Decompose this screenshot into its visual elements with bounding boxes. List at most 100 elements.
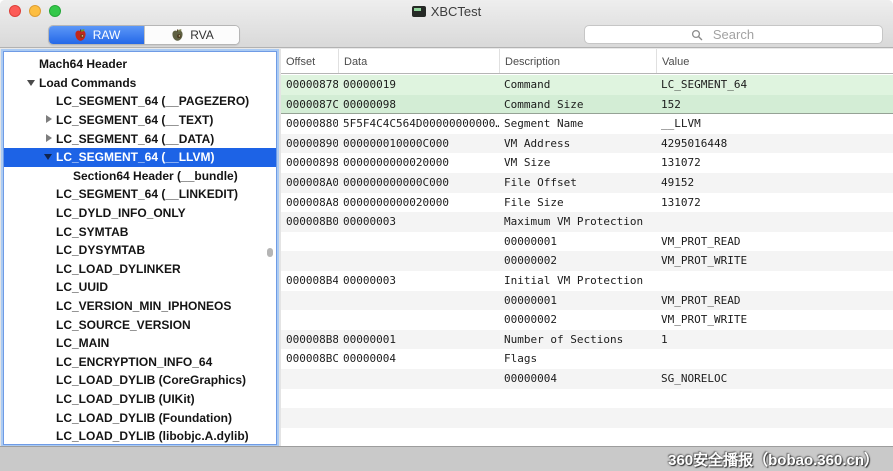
table-row[interactable]: 00000001VM_PROT_READ xyxy=(281,291,893,311)
window-chrome: XBCTest RAW xyxy=(0,0,893,48)
table-header: Offset Data Description Value xyxy=(281,49,893,74)
cell-offset xyxy=(281,369,338,389)
column-header-description[interactable]: Description xyxy=(499,49,656,73)
cell-offset: 000008A8 xyxy=(281,193,338,213)
cell-data xyxy=(338,310,499,330)
cell-offset: 00000890 xyxy=(281,134,338,154)
cell-value: 131072 xyxy=(656,153,893,173)
tree-item-label: LC_DYLD_INFO_ONLY xyxy=(56,206,186,220)
table-row[interactable]: 00000890000000010000C000VM Address429501… xyxy=(281,134,893,154)
table-row[interactable]: 000008A0000000000000C000File Offset49152 xyxy=(281,173,893,193)
table-row[interactable]: 000008A80000000000020000File Size131072 xyxy=(281,193,893,213)
tree-item-label: LC_SEGMENT_64 (__PAGEZERO) xyxy=(56,94,249,108)
cell-description: VM Address xyxy=(499,134,656,154)
table-row[interactable]: 000008B400000003Initial VM Protection xyxy=(281,271,893,291)
table-row[interactable]: 00000004SG_NORELOC xyxy=(281,369,893,389)
tree-item-label: LC_VERSION_MIN_IPHONEOS xyxy=(56,299,231,313)
segment-rva[interactable]: RVA xyxy=(144,26,239,44)
tree-arrow-spacer xyxy=(43,394,56,404)
column-header-data[interactable]: Data xyxy=(338,49,499,73)
tree-item[interactable]: LC_LOAD_DYLINKER xyxy=(4,260,276,279)
chevron-right-icon[interactable] xyxy=(43,115,56,125)
cell-data: 00000001 xyxy=(338,330,499,350)
tree-item[interactable]: Load Commands xyxy=(4,74,276,93)
cell-value: 1 xyxy=(656,330,893,350)
chevron-down-icon[interactable] xyxy=(26,78,39,88)
table-row[interactable]: 0000087C00000098Command Size152 xyxy=(281,95,893,115)
search-input[interactable] xyxy=(585,26,882,43)
segment-raw[interactable]: RAW xyxy=(49,26,144,44)
cell-value: VM_PROT_READ xyxy=(656,232,893,252)
search-field[interactable] xyxy=(584,25,883,44)
cell-offset xyxy=(281,251,338,271)
tree-item-label: LC_ENCRYPTION_INFO_64 xyxy=(56,355,212,369)
cell-offset: 000008B0 xyxy=(281,212,338,232)
tree-item[interactable]: LC_LOAD_DYLIB (libobjc.A.dylib) xyxy=(4,427,276,445)
cell-offset: 0000087C xyxy=(281,95,338,114)
table-row[interactable]: 000008B000000003Maximum VM Protection xyxy=(281,212,893,232)
tree-item[interactable]: LC_ENCRYPTION_INFO_64 xyxy=(4,353,276,372)
segment-raw-label: RAW xyxy=(93,28,121,42)
tree-item-label: LC_LOAD_DYLIB (UIKit) xyxy=(56,392,195,406)
tree-item[interactable]: LC_VERSION_MIN_IPHONEOS xyxy=(4,297,276,316)
tree-item[interactable]: LC_DYLD_INFO_ONLY xyxy=(4,204,276,223)
tree-item[interactable]: LC_LOAD_DYLIB (Foundation) xyxy=(4,408,276,427)
tree-item-label: LC_LOAD_DYLIB (libobjc.A.dylib) xyxy=(56,429,249,443)
tree-arrow-spacer xyxy=(43,301,56,311)
tree-arrow-spacer xyxy=(43,208,56,218)
cell-offset: 000008B4 xyxy=(281,271,338,291)
cell-value xyxy=(656,408,893,428)
tree-item[interactable]: LC_LOAD_DYLIB (UIKit) xyxy=(4,390,276,409)
tree-item[interactable]: LC_DYSYMTAB xyxy=(4,241,276,260)
cell-value: 152 xyxy=(656,95,893,114)
chevron-right-icon[interactable] xyxy=(43,134,56,144)
table-row[interactable]: 00000002VM_PROT_WRITE xyxy=(281,310,893,330)
tree-item[interactable]: LC_LOAD_DYLIB (CoreGraphics) xyxy=(4,371,276,390)
table-row[interactable]: 000008BC00000004Flags xyxy=(281,349,893,369)
tree-item-label: LC_LOAD_DYLIB (Foundation) xyxy=(56,411,232,425)
table-row[interactable]: 0000087800000019CommandLC_SEGMENT_64 xyxy=(281,75,893,95)
column-header-offset[interactable]: Offset xyxy=(281,49,338,73)
tree-item-label: LC_SEGMENT_64 (__TEXT) xyxy=(56,113,213,127)
tree-item[interactable]: LC_SEGMENT_64 (__LINKEDIT) xyxy=(4,185,276,204)
cell-description xyxy=(499,389,656,409)
cell-data: 5F5F4C4C564D00000000000… xyxy=(338,114,499,134)
tree-item[interactable]: LC_SEGMENT_64 (__PAGEZERO) xyxy=(4,92,276,111)
tree-arrow-spacer xyxy=(26,59,39,69)
sidebar-tree: Mach64 Header Load Commands LC_SEGMENT_64 … xyxy=(4,52,276,445)
tree-item[interactable]: Section64 Header (__bundle) xyxy=(4,167,276,186)
tree-arrow-spacer xyxy=(43,264,56,274)
cell-offset: 00000880 xyxy=(281,114,338,134)
table-row[interactable]: 00000001VM_PROT_READ xyxy=(281,232,893,252)
segment-rva-label: RVA xyxy=(190,28,214,42)
raw-rva-segmented-control: RAW RVA xyxy=(48,25,240,45)
cell-value xyxy=(656,271,893,291)
tree-item[interactable]: LC_SEGMENT_64 (__DATA) xyxy=(4,129,276,148)
tree-item[interactable]: Mach64 Header xyxy=(4,55,276,74)
cell-data: 00000019 xyxy=(338,75,499,95)
tree-item[interactable]: LC_SEGMENT_64 (__TEXT) xyxy=(4,111,276,130)
tree-item[interactable]: LC_MAIN xyxy=(4,334,276,353)
cell-description: 00000001 xyxy=(499,232,656,252)
tree-item[interactable]: LC_UUID xyxy=(4,278,276,297)
table-row[interactable]: 000008980000000000020000VM Size131072 xyxy=(281,153,893,173)
tree-item[interactable]: LC_SEGMENT_64 (__LLVM) xyxy=(4,148,276,167)
tree-item[interactable]: LC_SYMTAB xyxy=(4,222,276,241)
titlebar[interactable]: XBCTest xyxy=(0,0,893,22)
sidebar-scrollbar-thumb[interactable] xyxy=(267,248,273,257)
tree-arrow-spacer xyxy=(43,227,56,237)
cell-data: 000000000000C000 xyxy=(338,173,499,193)
table-row[interactable]: 00000002VM_PROT_WRITE xyxy=(281,251,893,271)
table-row[interactable]: 000008B800000001Number of Sections1 xyxy=(281,330,893,350)
tree-item-label: Load Commands xyxy=(39,76,136,90)
cell-description: Flags xyxy=(499,349,656,369)
data-table: Offset Data Description Value 0000087800… xyxy=(281,49,893,446)
table-row[interactable]: 000008805F5F4C4C564D00000000000…Segment … xyxy=(281,114,893,134)
tree-arrow-spacer xyxy=(43,320,56,330)
column-header-value[interactable]: Value xyxy=(656,49,893,73)
cell-description: Command xyxy=(499,75,656,95)
tree-item[interactable]: LC_SOURCE_VERSION xyxy=(4,315,276,334)
chevron-down-icon[interactable] xyxy=(43,152,56,162)
cell-offset: 000008BC xyxy=(281,349,338,369)
cell-data xyxy=(338,408,499,428)
